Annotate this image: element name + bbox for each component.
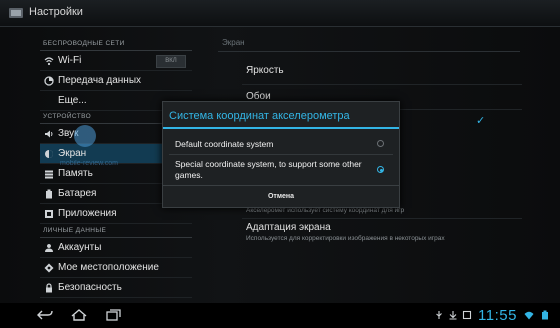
- back-icon[interactable]: [36, 308, 54, 322]
- home-icon[interactable]: [70, 308, 88, 322]
- wifi-toggle[interactable]: ВКЛ: [156, 55, 186, 68]
- section-title: Экран: [222, 38, 245, 47]
- sidebar-item-label: Wi-Fi: [58, 55, 82, 66]
- category-wireless: БЕСПРОВОДНЫЕ СЕТИ: [43, 40, 125, 47]
- option-divider: [169, 154, 393, 155]
- category-personal: ЛИЧНЫЕ ДАННЫЕ: [43, 227, 107, 234]
- screen-adaptation-item[interactable]: Адаптация экрана: [246, 222, 331, 233]
- lock-icon: [46, 283, 52, 293]
- sound-icon: [45, 130, 53, 138]
- watermark-logo-icon: [74, 125, 96, 147]
- radio-special-coordinate[interactable]: [377, 166, 384, 173]
- section-divider: [218, 51, 520, 52]
- dialog-title-divider: [163, 127, 399, 129]
- settings-app-icon[interactable]: [8, 5, 24, 21]
- sidebar-item-wifi[interactable]: Wi-Fi ВКЛ: [40, 51, 192, 71]
- app-title: Настройки: [29, 6, 83, 18]
- sidebar-item-label: Батарея: [58, 188, 97, 199]
- sidebar-item-data-usage[interactable]: Передача данных: [40, 71, 192, 91]
- category-device: УСТРОЙСТВО: [43, 113, 92, 120]
- wifi-icon: [44, 57, 54, 66]
- item-divider: [242, 218, 522, 219]
- sidebar-item-label: Мое местоположение: [58, 262, 159, 273]
- cancel-button[interactable]: Отмена: [163, 186, 399, 207]
- battery-status-icon[interactable]: [540, 310, 550, 320]
- sidebar-item-label: Память: [58, 168, 93, 179]
- brightness-item[interactable]: Яркость: [246, 65, 284, 76]
- sidebar-item-location[interactable]: Мое местоположение: [40, 258, 192, 278]
- usb-icon[interactable]: [434, 310, 444, 320]
- screen-adaptation-summary: Используется для корректировки изображен…: [246, 235, 445, 242]
- accounts-icon: [45, 244, 53, 252]
- watermark-text: mobile-review.com: [60, 160, 118, 167]
- status-clock[interactable]: 11:55: [478, 307, 517, 324]
- dialog-title: Система координат акселерометра: [169, 110, 350, 122]
- coordinate-system-dialog: Система координат акселерометра Default …: [162, 101, 400, 208]
- sidebar-item-accounts[interactable]: Аккаунты: [40, 238, 192, 258]
- battery-icon: [46, 189, 52, 199]
- data-usage-icon: [44, 76, 54, 86]
- notification-icon[interactable]: [462, 310, 472, 320]
- radio-default-coordinate[interactable]: [377, 140, 384, 147]
- download-icon[interactable]: [448, 310, 458, 320]
- wifi-signal-icon[interactable]: [524, 310, 534, 320]
- action-bar: Настройки: [0, 0, 560, 27]
- accelerometer-summary: Акселеромет использует систему координат…: [246, 207, 405, 214]
- option-default-coordinate[interactable]: Default coordinate system: [175, 139, 375, 150]
- sidebar-item-label: Безопасность: [58, 282, 122, 293]
- sidebar-item-label: Аккаунты: [58, 242, 102, 253]
- item-divider: [242, 84, 522, 85]
- storage-icon: [45, 170, 53, 179]
- checkmark-icon[interactable]: ✓: [476, 114, 485, 127]
- sidebar-item-label: Еще...: [58, 95, 87, 106]
- apps-icon: [45, 210, 53, 218]
- option-special-coordinate[interactable]: Special coordinate system, to support so…: [175, 159, 375, 181]
- recent-apps-icon[interactable]: [104, 308, 122, 322]
- sidebar-item-security[interactable]: Безопасность: [40, 278, 192, 298]
- sidebar-item-label: Передача данных: [58, 75, 142, 86]
- system-bar: 11:55: [0, 303, 560, 328]
- display-icon: [45, 150, 53, 158]
- location-icon: [44, 263, 54, 273]
- sidebar-item-label: Приложения: [58, 208, 117, 219]
- sidebar-item-label: Экран: [58, 148, 87, 159]
